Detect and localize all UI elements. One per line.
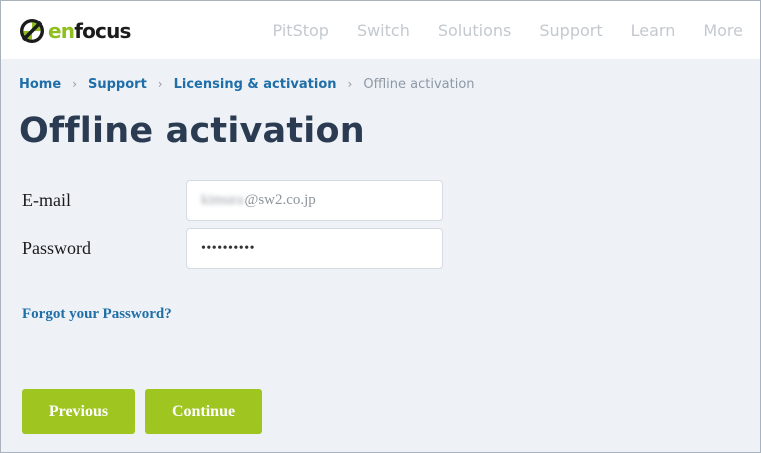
email-domain: @sw2.co.jp (244, 192, 316, 208)
chevron-right-icon: › (347, 77, 353, 91)
continue-button[interactable]: Continue (145, 389, 262, 434)
chevron-right-icon: › (72, 77, 77, 91)
top-navigation-bar: enfocus PitStop Switch Solutions Support… (1, 1, 760, 59)
nav-pitstop[interactable]: PitStop (273, 21, 329, 40)
password-label: Password (22, 238, 92, 258)
nav-support[interactable]: Support (539, 21, 602, 40)
enfocus-logo-icon (20, 19, 44, 43)
breadcrumb-licensing-activation[interactable]: Licensing & activation (174, 77, 337, 92)
nav-more[interactable]: More (703, 21, 743, 40)
browser-frame: enfocus PitStop Switch Solutions Support… (0, 0, 761, 453)
breadcrumb: Home › Support › Licensing & activation … (19, 76, 475, 92)
nav-solutions[interactable]: Solutions (438, 21, 512, 40)
password-value: •••••••••• (201, 240, 256, 256)
breadcrumb-current-page: Offline activation (363, 76, 475, 92)
chevron-right-icon: › (157, 77, 163, 91)
email-label: E-mail (22, 190, 71, 210)
password-field[interactable]: •••••••••• (186, 228, 443, 269)
breadcrumb-support[interactable]: Support (88, 77, 147, 92)
nav-switch[interactable]: Switch (357, 21, 410, 40)
page-title: Offline activation (19, 111, 365, 151)
forgot-password-link[interactable]: Forgot your Password? (22, 306, 172, 323)
enfocus-logo[interactable]: enfocus (19, 16, 131, 46)
enfocus-wordmark: enfocus (48, 19, 131, 43)
main-nav: PitStop Switch Solutions Support Learn M… (259, 1, 760, 59)
nav-learn[interactable]: Learn (631, 21, 676, 40)
breadcrumb-home[interactable]: Home (19, 77, 61, 92)
email-obscured-part: kimura (201, 192, 244, 208)
previous-button[interactable]: Previous (22, 389, 135, 434)
email-field[interactable]: kimura @sw2.co.jp (186, 180, 443, 221)
